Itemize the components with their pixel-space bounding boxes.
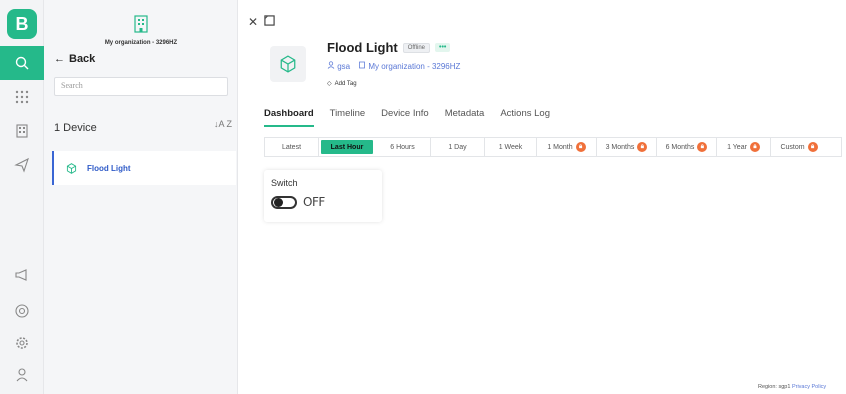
range-label: 1 Year [727, 143, 747, 151]
apps-nav-button[interactable] [0, 80, 44, 114]
profile-nav-button[interactable] [0, 358, 44, 392]
grid-icon [15, 90, 29, 104]
range-label: 1 Week [498, 143, 523, 151]
range-label: 6 Months [665, 143, 695, 151]
range-label: Last Hour [330, 143, 364, 151]
device-avatar [270, 46, 306, 82]
user-icon [327, 61, 335, 69]
tab-metadata[interactable]: Metadata [445, 108, 485, 127]
device-title: Flood Light Offline ••• [327, 40, 451, 55]
range-6-months[interactable]: 6 Months 🔒︎ [657, 138, 717, 156]
nav-rail: B [0, 0, 44, 394]
range-label: 1 Day [448, 143, 467, 151]
back-button[interactable]: ← Back [54, 53, 95, 65]
tag-icon: ◇ [327, 81, 332, 87]
tab-timeline[interactable]: Timeline [330, 108, 366, 127]
range-3-months[interactable]: 3 Months 🔒︎ [597, 138, 657, 156]
device-meta: gsa My organization - 3296HZ [327, 61, 460, 71]
owner-name: gsa [337, 62, 351, 71]
device-list-name: Flood Light [87, 163, 131, 173]
search-icon [15, 56, 29, 70]
range-label: 6 Hours [390, 143, 415, 151]
help-nav-button[interactable] [0, 294, 44, 328]
search-nav-button[interactable] [0, 46, 44, 80]
list-item[interactable]: Flood Light [52, 151, 236, 185]
lock-icon: 🔒︎ [637, 142, 648, 152]
lock-icon: 🔒︎ [749, 142, 760, 152]
widget-title: Switch [271, 178, 298, 188]
privacy-policy-link[interactable]: Privacy Policy [792, 384, 826, 390]
lock-icon: 🔒︎ [575, 142, 586, 152]
range-latest[interactable]: Latest [265, 138, 319, 156]
close-icon[interactable]: ✕ [248, 15, 258, 29]
gear-icon [16, 337, 28, 349]
range-1-year[interactable]: 1 Year 🔒︎ [717, 138, 771, 156]
expand-icon[interactable] [264, 15, 275, 29]
tab-dashboard[interactable]: Dashboard [264, 108, 314, 127]
switch-state: OFF [303, 195, 325, 209]
tab-bar: Dashboard Timeline Device Info Metadata … [264, 108, 550, 127]
device-name: Flood Light [327, 40, 398, 55]
range-custom[interactable]: Custom 🔒︎ [771, 138, 827, 156]
cube-icon [66, 162, 77, 174]
switch-widget: Switch OFF [264, 170, 382, 222]
organization-link[interactable]: My organization - 3296HZ [358, 61, 460, 71]
region-label: Region: sgp1 [758, 384, 791, 390]
arrow-left-icon: ← [54, 53, 65, 65]
lock-icon: 🔒︎ [807, 142, 818, 152]
device-list-panel: My organization - 3296HZ ← Back Search 1… [44, 0, 238, 394]
range-1-week[interactable]: 1 Week [485, 138, 537, 156]
owner-link[interactable]: gsa [327, 61, 350, 71]
switch-toggle[interactable] [271, 196, 297, 209]
tab-device-info[interactable]: Device Info [381, 108, 429, 127]
organization-nav-button[interactable] [0, 114, 44, 148]
range-last-hour[interactable]: Last Hour [321, 140, 373, 154]
building-icon [16, 124, 28, 138]
send-nav-button[interactable] [0, 148, 44, 182]
building-icon [359, 61, 366, 69]
range-6-hours[interactable]: 6 Hours [375, 138, 431, 156]
organization-icon [134, 15, 148, 33]
tab-actions-log[interactable]: Actions Log [500, 108, 550, 127]
status-badge: Offline [402, 42, 430, 53]
cube-icon [280, 55, 296, 73]
search-input[interactable]: Search [54, 77, 228, 96]
range-label: 1 Month [547, 143, 573, 151]
device-detail: ✕ Flood Light Offline ••• gsa My organiz… [238, 0, 846, 394]
settings-nav-button[interactable] [0, 326, 44, 360]
range-1-day[interactable]: 1 Day [431, 138, 485, 156]
sort-icon[interactable]: ↓A Z [214, 119, 232, 129]
time-range-selector: Latest Last Hour 6 Hours 1 Day 1 Week 1 … [264, 137, 842, 157]
announcements-nav-button[interactable] [0, 258, 44, 292]
paper-plane-icon [14, 157, 29, 173]
app-logo[interactable]: B [7, 9, 37, 39]
add-tag-label: Add Tag [334, 80, 357, 87]
add-tag-button[interactable]: ◇ Add Tag [327, 80, 357, 88]
device-count: 1 Device [54, 122, 97, 134]
lifebuoy-icon [15, 304, 29, 318]
range-label: Custom [780, 143, 805, 151]
megaphone-icon [15, 269, 27, 281]
range-label: 3 Months [605, 143, 635, 151]
lock-icon: 🔒︎ [697, 142, 708, 152]
footer: Region: sgp1 Privacy Policy [758, 384, 826, 390]
organization-name: My organization - 3296HZ [104, 40, 178, 46]
back-label: Back [69, 53, 96, 65]
range-1-month[interactable]: 1 Month 🔒︎ [537, 138, 597, 156]
window-controls: ✕ [248, 15, 275, 29]
more-options-button[interactable]: ••• [435, 43, 451, 52]
range-label: Latest [281, 143, 302, 151]
user-icon [16, 368, 28, 382]
device-org: My organization - 3296HZ [368, 62, 461, 71]
